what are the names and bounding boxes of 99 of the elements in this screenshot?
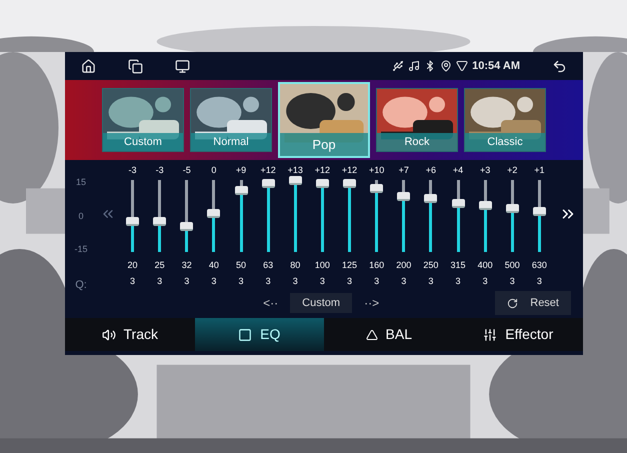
q-value: 3 [456,274,461,288]
gain-value: +3 [480,164,490,176]
speaker-icon [102,328,116,342]
preset-label: Rock [377,132,457,151]
bottom-tab[interactable]: Effector [454,318,583,351]
windows-icon[interactable] [128,58,143,74]
frequency-label: 63 [263,259,274,272]
frequency-label: 315 [450,259,466,272]
preset-label: Normal [191,132,271,151]
frequency-label: 500 [504,259,520,272]
frequency-label: 50 [236,259,246,272]
slider-thumb[interactable] [424,194,438,203]
q-value: 3 [510,274,515,288]
gain-value: +1 [534,164,545,176]
gain-value: -3 [128,164,137,176]
q-value: 3 [130,274,136,288]
slider-thumb[interactable] [207,209,220,218]
slider-thumb[interactable] [478,201,492,210]
current-preset: Custom [290,292,352,314]
slider-thumb[interactable] [370,184,384,193]
gain-value: +12 [342,164,358,176]
gain-value: +7 [398,164,409,176]
frequency-label: 80 [290,259,300,272]
slider-thumb[interactable] [506,204,519,213]
q-value: 3 [428,274,434,288]
preset-label: Classic [465,132,545,151]
preset-label: Custom [103,132,183,151]
preset-card[interactable]: Pop [278,82,370,158]
q-value: 3 [374,274,380,288]
q-value: 3 [347,274,352,288]
bottom-tab[interactable]: BAL [324,318,454,351]
q-value: 3 [320,274,325,288]
gain-value: +4 [452,164,464,176]
triangle-icon [366,328,378,340]
preset-card[interactable]: Classic [464,88,546,152]
frequency-label: 160 [369,259,384,272]
q-value: 3 [536,274,542,288]
q-value: 3 [184,274,190,288]
next-preset-arrow[interactable]: ··> [364,294,380,312]
bottom-tab[interactable]: Track [65,318,194,351]
previous-preset-arrow[interactable]: <·· [263,294,278,312]
preset-card[interactable]: Rock [376,88,458,152]
frequency-label: 25 [154,259,165,272]
scale-label: 15 [76,176,86,189]
gain-value: +10 [369,164,384,176]
gain-value: +13 [288,164,303,176]
preset-card[interactable]: Custom [102,88,184,152]
square-icon [238,328,252,342]
frequency-label: 400 [478,259,493,272]
gain-value: 0 [211,164,216,176]
scale-label: 0 [78,210,84,222]
slider-thumb[interactable] [288,176,302,186]
usb-icon [392,60,404,72]
frequency-label: 125 [342,259,358,272]
q-value: 3 [211,274,216,288]
q-value: 3 [157,274,162,288]
gain-value: +12 [314,164,330,176]
home-icon[interactable] [81,58,96,74]
frequency-label: 40 [208,259,219,272]
frequency-label: 630 [532,259,547,272]
slider-thumb[interactable] [397,192,410,201]
slider-thumb[interactable] [343,178,356,188]
q-value: 3 [401,274,406,288]
slider-thumb[interactable] [126,216,140,226]
slider-thumb[interactable] [234,186,248,196]
q-label: Q: [75,278,87,292]
frequency-label: 20 [128,259,138,272]
frequency-label: 100 [314,259,330,272]
q-value: 3 [266,274,271,288]
q-value: 3 [482,274,488,288]
q-value: 3 [292,274,298,288]
frequency-label: 200 [396,259,412,272]
q-value: 3 [238,274,244,288]
gain-value: +6 [426,164,436,176]
slider-thumb[interactable] [316,178,329,188]
slider-thumb[interactable] [153,216,166,226]
preset-label: Pop [280,132,368,156]
slider-thumb[interactable] [180,222,194,231]
slider-thumb[interactable] [532,206,546,216]
reset-button[interactable]: Reset [495,291,571,315]
gain-value: +9 [236,164,246,176]
reset-icon [507,298,518,308]
slider-thumb[interactable] [262,178,275,188]
status-time: 10:54 AM [472,58,520,74]
sliders-icon [483,328,498,342]
music-icon [408,60,420,72]
frequency-label: 32 [182,259,192,272]
gain-value: -5 [182,164,191,176]
preset-card[interactable]: Normal [190,88,272,152]
gain-value: +2 [507,164,518,176]
monitor-icon[interactable] [175,58,190,74]
frequency-label: 250 [423,259,438,272]
bottom-tab[interactable]: EQ [194,318,324,351]
gain-value: +12 [260,164,276,176]
scale-label: -15 [74,243,88,256]
location-icon [440,60,452,72]
gain-value: -3 [156,164,164,176]
back-icon[interactable] [552,58,567,74]
slider-thumb[interactable] [452,199,465,208]
